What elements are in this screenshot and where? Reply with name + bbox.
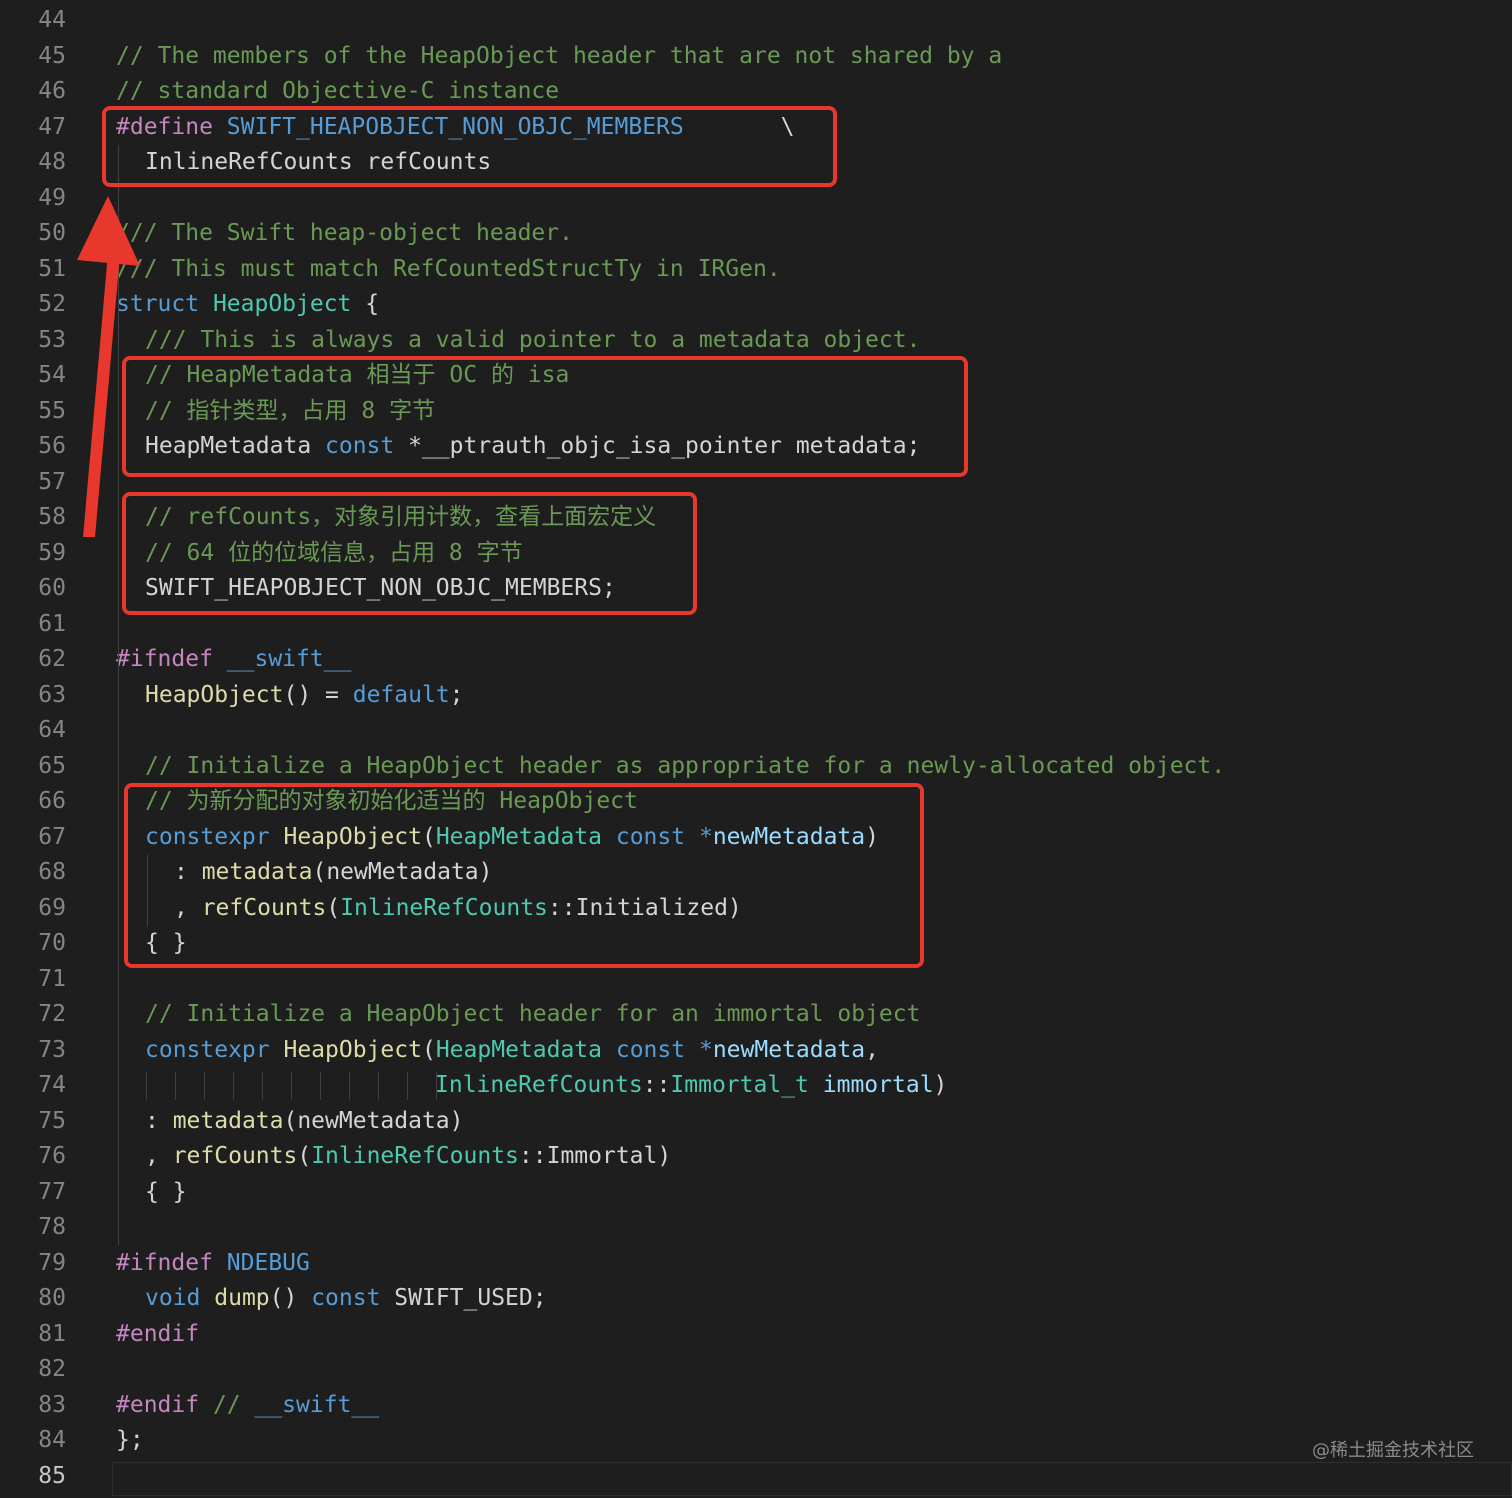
arrow-shaft	[83, 253, 120, 537]
code-editor[interactable]: 44 45// The members of the HeapObject hea…	[0, 0, 1512, 1498]
arrow-head	[77, 196, 140, 266]
watermark: @稀土掘金技术社区	[1312, 1440, 1474, 1461]
annotation-arrow	[77, 196, 140, 537]
